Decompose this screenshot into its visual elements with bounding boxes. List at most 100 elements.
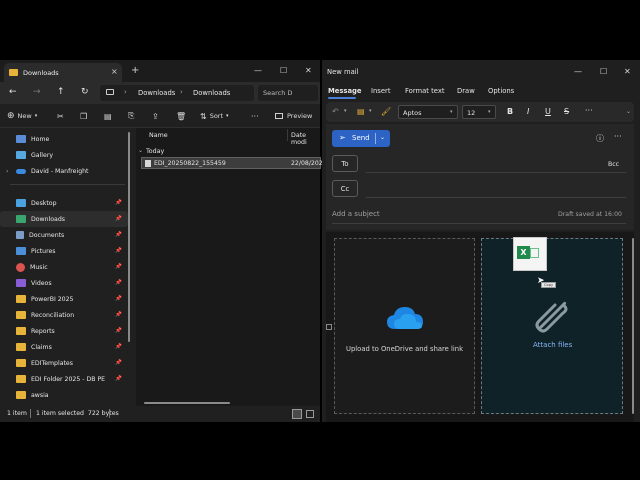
explorer-tab[interactable]: Downloads × [4, 63, 122, 82]
new-tab-icon[interactable]: + [131, 65, 139, 76]
nav-item-downloads[interactable]: Downloads 📌 [0, 211, 128, 227]
format-painter-icon[interactable]: 🖌 [381, 107, 391, 116]
more-options-icon[interactable]: ··· [585, 106, 593, 115]
nav-item-pictures[interactable]: Pictures 📌 [0, 243, 128, 259]
column-header-date[interactable]: Date modi [291, 132, 320, 146]
nav-item-onedrive[interactable]: › David - Manfreight [0, 163, 128, 179]
underline-icon[interactable]: U [545, 107, 551, 116]
pin-icon[interactable]: 📌 [115, 328, 122, 334]
expand-ribbon-icon[interactable]: ⌄ [626, 108, 631, 115]
bcc-button[interactable]: Bcc [608, 161, 619, 168]
pin-icon[interactable]: 📌 [115, 312, 122, 318]
send-button[interactable]: ➢ Send ⌄ [332, 130, 390, 147]
maximize-icon[interactable]: ☐ [600, 67, 607, 76]
group-chevron-icon[interactable]: ⌄ [138, 147, 143, 154]
cc-field[interactable] [366, 180, 626, 197]
search-field[interactable]: Search D [258, 85, 318, 101]
file-row[interactable]: EDI_20250822_155459 22/08/202 [141, 157, 323, 169]
chevron-down-icon[interactable]: ▾ [344, 108, 347, 114]
nav-item-reconciliation[interactable]: Reconciliation 📌 [0, 307, 128, 323]
horizontal-scrollbar[interactable] [144, 402, 230, 404]
nav-label: PowerBI 2025 [31, 295, 74, 303]
tiles-view-icon[interactable] [306, 410, 314, 418]
maximize-icon[interactable]: ☐ [280, 66, 287, 75]
close-icon[interactable]: ✕ [305, 66, 312, 75]
pin-icon[interactable]: 📌 [115, 376, 122, 382]
nav-item-awsia[interactable]: awsia [0, 387, 128, 403]
back-icon[interactable]: ← [9, 87, 17, 97]
preview-button[interactable]: Preview [275, 110, 312, 122]
mail-scrollbar[interactable] [632, 238, 634, 414]
tab-format-text[interactable]: Format text [405, 87, 445, 95]
sensitivity-icon[interactable]: ⓘ [596, 133, 604, 144]
share-icon[interactable]: ⇪ [152, 110, 159, 122]
nav-item-documents[interactable]: Documents 📌 [0, 227, 128, 243]
attachment-drop-area: Upload to OneDrive and share link X ➤ Co… [326, 232, 634, 422]
breadcrumb-item[interactable]: Downloads [193, 89, 230, 97]
pin-icon[interactable]: 📌 [115, 264, 122, 270]
refresh-icon[interactable]: ↻ [81, 87, 89, 97]
paste-icon[interactable]: ▤ [357, 107, 365, 116]
pin-icon[interactable]: 📌 [115, 280, 122, 286]
nav-item-editemplates[interactable]: EDITemplates 📌 [0, 355, 128, 371]
strikethrough-icon[interactable]: S [564, 107, 569, 116]
command-bar: ⊕ New ▾ ✂ ❐ ▤ ⎘ ⇪ 🗑 ⇅ Sort ▾ ··· Preview [0, 104, 320, 128]
tab-insert[interactable]: Insert [371, 87, 391, 95]
undo-icon[interactable]: ↶ [332, 107, 339, 116]
tab-message[interactable]: Message [328, 87, 362, 95]
more-options-icon[interactable]: ··· [251, 110, 259, 122]
minimize-icon[interactable]: — [254, 66, 262, 75]
pin-icon[interactable]: 📌 [115, 344, 122, 350]
tab-options[interactable]: Options [488, 87, 514, 95]
nav-item-reports[interactable]: Reports 📌 [0, 323, 128, 339]
address-field[interactable]: › Downloads › Downloads [100, 85, 254, 101]
attach-files-link[interactable]: Attach files [533, 341, 572, 349]
rename-icon[interactable]: ⎘ [128, 110, 134, 122]
cc-button[interactable]: Cc [332, 180, 358, 197]
bold-icon[interactable]: B [507, 107, 513, 116]
pin-icon[interactable]: 📌 [115, 200, 122, 206]
nav-item-home[interactable]: Home [0, 131, 128, 147]
nav-item-desktop[interactable]: Desktop 📌 [0, 195, 128, 211]
pin-icon[interactable]: 📌 [115, 216, 122, 222]
pin-icon[interactable]: 📌 [115, 232, 122, 238]
cut-icon[interactable]: ✂ [57, 110, 64, 122]
forward-icon[interactable]: → [33, 87, 41, 97]
nav-scrollbar[interactable] [128, 132, 130, 342]
nav-item-claims[interactable]: Claims 📌 [0, 339, 128, 355]
more-options-icon[interactable]: ··· [614, 132, 622, 141]
tab-draw[interactable]: Draw [457, 87, 475, 95]
nav-item-gallery[interactable]: Gallery [0, 147, 128, 163]
to-field[interactable] [366, 155, 626, 172]
delete-icon[interactable]: 🗑 [176, 110, 186, 122]
nav-item-music[interactable]: Music 📌 [0, 259, 128, 275]
upload-label: Upload to OneDrive and share link [346, 345, 464, 353]
new-button[interactable]: ⊕ New ▾ [7, 110, 37, 122]
details-view-icon[interactable] [292, 409, 302, 419]
chevron-down-icon[interactable]: ▾ [369, 108, 372, 114]
paste-icon[interactable]: ▤ [104, 110, 112, 122]
close-tab-icon[interactable]: × [111, 67, 118, 76]
italic-icon[interactable]: I [527, 107, 529, 116]
pin-icon[interactable]: 📌 [115, 296, 122, 302]
nav-item-edi-folder-2025[interactable]: EDI Folder 2025 - DB PE 📌 [0, 371, 128, 387]
attach-files-drop-zone[interactable]: X ➤ Copy Attach files [481, 237, 623, 414]
onedrive-drop-zone[interactable]: Upload to OneDrive and share link [334, 238, 475, 414]
desktop-icon [16, 199, 26, 207]
breadcrumb-item[interactable]: Downloads [138, 89, 175, 97]
minimize-icon[interactable]: — [574, 67, 582, 76]
to-button[interactable]: To [332, 155, 358, 172]
up-icon[interactable]: ↑ [57, 87, 65, 97]
copy-icon[interactable]: ❐ [80, 110, 87, 122]
subject-input[interactable]: Add a subject [332, 210, 380, 218]
font-name-select[interactable]: Aptos ▾ [398, 105, 458, 119]
nav-item-videos[interactable]: Videos 📌 [0, 275, 128, 291]
sort-button[interactable]: ⇅ Sort ▾ [200, 110, 229, 122]
nav-item-powerbi-2025[interactable]: PowerBI 2025 📌 [0, 291, 128, 307]
chevron-down-icon[interactable]: ⌄ [380, 134, 385, 141]
pin-icon[interactable]: 📌 [115, 248, 122, 254]
pin-icon[interactable]: 📌 [115, 360, 122, 366]
column-header-name[interactable]: Name [149, 132, 168, 139]
close-icon[interactable]: ✕ [624, 67, 631, 76]
font-size-select[interactable]: 12 ▾ [462, 105, 496, 119]
